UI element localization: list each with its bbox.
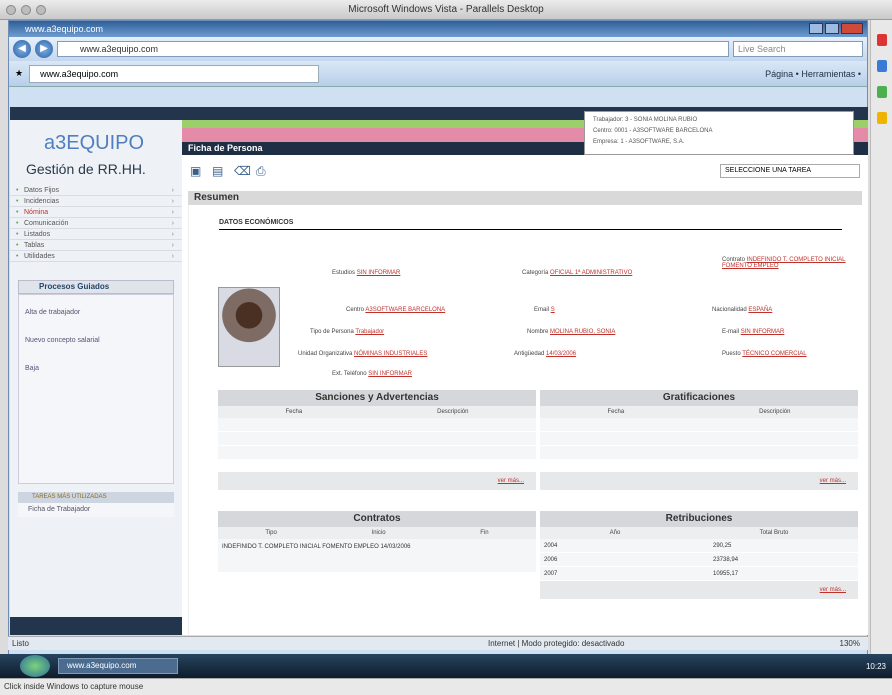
field-centro: Centro A3SOFTWARE BARCELONA (346, 307, 446, 313)
sidebar-item-incidencias[interactable]: Incidencias (10, 196, 182, 207)
field-contrato: Contrato INDEFINIDO T. COMPLETO INICIAL … (722, 257, 846, 269)
table-row: 2007 10955,17 (540, 567, 858, 581)
mac-side-dock (870, 20, 892, 660)
process-item[interactable]: Baja (25, 365, 167, 393)
mac-title-bar: Microsoft Windows Vista - Parallels Desk… (0, 0, 892, 20)
back-icon[interactable]: ◀ (13, 40, 31, 58)
task-select[interactable]: SELECCIONE UNA TAREA (720, 164, 860, 178)
sidebar: a3EQUIPO Gestión de RR.HH. Datos Fijos I… (10, 107, 182, 635)
sidebar-item-tablas[interactable]: Tablas (10, 240, 182, 251)
browser-tools-menu[interactable]: Página • Herramientas • (765, 69, 861, 79)
mac-window-title: Microsoft Windows Vista - Parallels Desk… (348, 4, 544, 15)
field-tipo: Tipo de Persona Trabajador (310, 329, 385, 335)
table-row: 2006 23738,94 (540, 553, 858, 567)
field-puesto: Puesto TÉCNICO COMERCIAL (722, 351, 807, 357)
ver-mas-link[interactable]: ver más... (218, 472, 536, 490)
process-item[interactable]: Nuevo concepto salarial (25, 337, 167, 365)
sidebar-item-listados[interactable]: Listados (10, 229, 182, 240)
process-item[interactable]: Alta de trabajador (25, 309, 167, 337)
clock: 10:23 (865, 661, 886, 671)
security-zone: Internet | Modo protegido: desactivado (488, 639, 625, 648)
start-button[interactable] (20, 655, 50, 677)
sidebar-item-utilidades[interactable]: Utilidades (10, 251, 182, 262)
employee-photo (218, 287, 280, 367)
forward-icon[interactable]: ▶ (35, 40, 53, 58)
browser-title-bar: www.a3equipo.com (9, 21, 867, 37)
print-icon[interactable]: ⎙ (256, 164, 270, 178)
address-input[interactable]: www.a3equipo.com (57, 41, 729, 57)
context-info: Trabajador: 3 - SONIA MOLINA RUBIO Centr… (584, 111, 854, 155)
app-subtitle: Gestión de RR.HH. (26, 161, 146, 177)
contratos-table: Contratos Tipo Inicio Fin INDEFINIDO T. CO… (218, 511, 536, 599)
page-content: a3EQUIPO Gestión de RR.HH. Datos Fijos I… (10, 107, 868, 635)
sidebar-item-comunicacion[interactable]: Comunicación (10, 218, 182, 229)
save-icon[interactable]: ▣ (190, 164, 204, 178)
table-row: 2004 290,25 (540, 539, 858, 553)
processes-title[interactable]: Procesos Guiados (18, 280, 174, 294)
logo: a3EQUIPO (44, 132, 145, 154)
field-unidad: Unidad Organizativa NÓMINAS INDUSTRIALES (298, 351, 428, 357)
ver-mas-link[interactable]: ver más... (540, 581, 858, 599)
field-nacionalidad: Nacionalidad ESPAÑA (712, 307, 773, 313)
gratificaciones-table: Gratificaciones Fecha Descripción ver más… (540, 390, 858, 490)
field-antiguedad: Antigüedad 14/03/2006 (514, 351, 577, 357)
window-controls[interactable] (6, 5, 46, 15)
ver-mas-link[interactable]: ver más... (540, 472, 858, 490)
host-status-bar: Click inside Windows to capture mouse (0, 678, 892, 695)
contratos-retribuciones: Contratos Tipo Inicio Fin INDEFINIDO T. CO… (218, 511, 858, 599)
status-bar: Listo Internet | Modo protegido: desacti… (8, 636, 868, 650)
delete-icon[interactable]: ⌫ (234, 164, 251, 178)
favorite-item[interactable]: Ficha de Trabajador (18, 503, 174, 517)
taskbar-window[interactable]: www.a3equipo.com (58, 658, 178, 674)
sanciones-gratificaciones: Sanciones y Advertencias Fecha Descripció… (218, 390, 858, 490)
field-estudios: Estudios SIN INFORMAR (332, 270, 401, 276)
search-input[interactable]: Live Search (733, 41, 863, 57)
sanciones-table: Sanciones y Advertencias Fecha Descripció… (218, 390, 536, 490)
toolbar: ▣ ▤ ⌫ ⎙ SELECCIONE UNA TAREA (182, 161, 868, 181)
field-categoria: Categoría OFICIAL 1ª ADMINISTRATIVO (522, 270, 633, 276)
table-row: INDEFINIDO T. COMPLETO INICIAL FOMENTO E… (218, 539, 536, 573)
sidebar-footer (10, 617, 182, 635)
windows-taskbar: www.a3equipo.com 10:23 (0, 654, 892, 678)
processes-panel: Alta de trabajador Nuevo concepto salari… (18, 294, 174, 484)
browser-tabs: ★ www.a3equipo.com Página • Herramientas… (9, 61, 867, 87)
star-icon[interactable]: ★ (15, 68, 23, 79)
address-bar: ◀ ▶ www.a3equipo.com Live Search (9, 37, 867, 61)
field-ext: Ext. Teléfono SIN INFORMAR (332, 371, 412, 377)
sidebar-item-datos-fijos[interactable]: Datos Fijos (10, 185, 182, 196)
field-nombre: Nombre MOLINA RUBIO, SONIA (527, 329, 616, 335)
favorites-title[interactable]: TAREAS MÁS UTILIZADAS (18, 492, 174, 503)
zoom-level[interactable]: 130% (840, 637, 860, 650)
datos-title: DATOS ECONÓMICOS (219, 219, 842, 230)
browser-tab[interactable]: www.a3equipo.com (29, 64, 320, 83)
browser-window-buttons[interactable] (809, 23, 863, 34)
new-icon[interactable]: ▤ (212, 164, 226, 178)
main-area: Ficha de Persona Trabajador: 3 - SONIA M… (182, 107, 868, 635)
field-email: Email S (534, 307, 555, 313)
sidebar-menu: Datos Fijos Incidencias Nómina Comunicac… (10, 185, 182, 262)
field-email2: E-mail SIN INFORMAR (722, 329, 785, 335)
section-title: Resumen (188, 191, 862, 205)
sidebar-item-nomina[interactable]: Nómina (10, 207, 182, 218)
retribuciones-table: Retribuciones Año Total Bruto 2004 290,25 … (540, 511, 858, 599)
